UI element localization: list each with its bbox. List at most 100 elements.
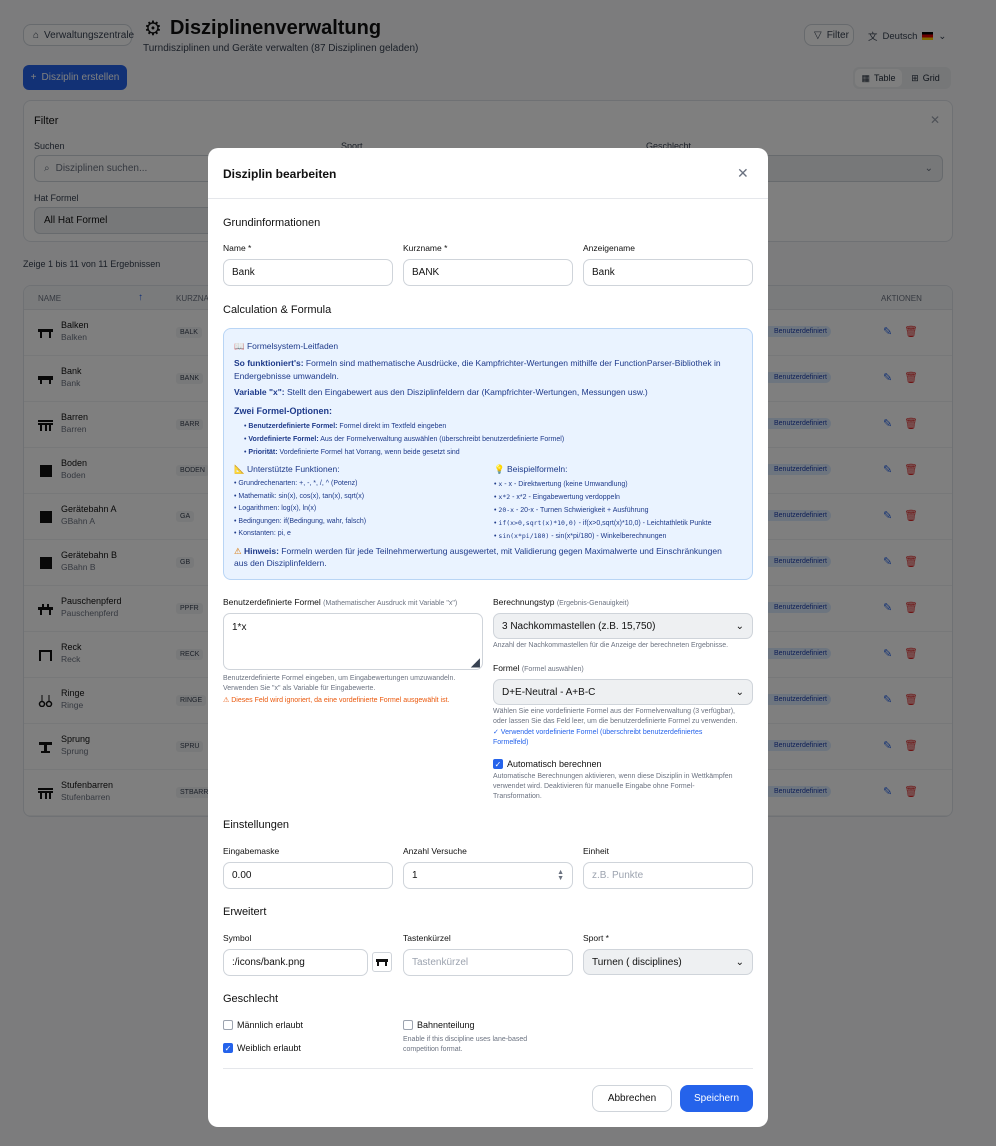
guide-option-2: • Vordefinierte Formel: Aus der Formelve… [244,436,565,443]
guide-note-text: Formeln werden für jede Teilnehmerwertun… [278,546,722,556]
resize-handle-icon[interactable]: ◢ [471,655,480,669]
mask-field[interactable]: 0.00 [223,862,393,889]
guide-option-3-text: Vordefinierte Formel hat Vorrang, wenn b… [277,449,460,456]
auto-calc-checkbox[interactable]: ✓ [493,759,503,769]
unit-field[interactable]: z.B. Punkte [583,862,753,889]
cancel-button[interactable]: Abbrechen [592,1085,672,1112]
custom-formula-help-1: Benutzerdefinierte Formel eingeben, um E… [223,675,456,682]
formula-used-2: Formelfeld) [493,739,529,746]
guide-option-1-text: Formel direkt im Textfeld eingeben [337,423,447,430]
guide-example-code: if(x>0,sqrt(x)*10,0) [498,519,577,527]
bench-icon[interactable] [372,952,392,972]
settings-heading: Einstellungen [223,819,290,831]
male-checkbox[interactable] [223,1020,233,1030]
guide-example-desc: - 20-x - Turnen Schwierigkeit + Ausführu… [514,507,649,514]
close-icon[interactable]: ✕ [737,165,749,182]
divider [208,198,768,199]
display-name-label: Anzeigename [583,243,635,253]
guide-title-text: Formelsystem-Leitfaden [246,341,339,351]
gender-heading: Geschlecht [223,993,279,1005]
formula-label: Formel (Formel auswählen) [493,663,584,673]
lightbulb-icon: 💡 [494,464,507,474]
formula-help-1: Wählen Sie eine vordefinierte Formel aus… [493,708,735,715]
guide-option-1-bold: Benutzerdefinierte Formel: [248,423,338,430]
guide-function-item: • Bedingungen: if(Bedingung, wahr, falsc… [234,517,367,525]
guide-how-bold: So funktioniert's: [234,358,304,368]
custom-formula-label-text: Benutzerdefinierte Formel [223,597,321,607]
custom-formula-hint: (Mathematischer Ausdruck mit Variable "x… [323,600,458,607]
guide-options-title: Zwei Formel-Optionen: [234,406,332,416]
guide-example-item: • if(x>0,sqrt(x)*10,0) - if(x>0,sqrt(x)*… [494,519,712,527]
custom-formula-warning-text: Dieses Feld wird ignoriert, da eine vord… [231,697,450,704]
stepper-arrows-icon[interactable]: ▲ ▼ [557,869,564,882]
guide-function-item: • Grundrechenarten: +, -, *, /, ^ (Poten… [234,480,358,487]
sport-value: Turnen ( disciplines) [592,956,682,968]
calc-type-label-text: Berechnungstyp [493,597,555,607]
lanes-help-1: Enable if this discipline uses lane-base… [403,1036,528,1043]
guide-example-item: • 20-x - 20-x - Turnen Schwierigkeit + A… [494,506,649,514]
calc-type-value: 3 Nachkommastellen (z.B. 15,750) [502,620,656,632]
calc-type-select[interactable]: 3 Nachkommastellen (z.B. 15,750) ⌄ [493,613,753,639]
calc-type-label: Berechnungstyp (Ergebnis-Genauigkeit) [493,597,629,607]
lanes-help: Enable if this discipline uses lane-base… [403,1035,527,1055]
guide-title: 📖 Formelsystem-Leitfaden [234,341,338,352]
guide-function-text: Konstanten: pi, e [238,530,291,538]
chevron-down-icon: ⌄ [735,620,744,632]
guide-example-code: sin(x*pi/180) [498,532,550,540]
dialog-title: Disziplin bearbeiten [223,167,337,181]
guide-how-2: Endergebnisse umwandeln. [234,371,339,381]
guide-function-item: • Mathematik: sin(x), cos(x), tan(x), sq… [234,492,365,500]
guide-example-item: • x - x - Direktwertung (keine Umwandlun… [494,480,628,488]
formula-help-2: oder lassen Sie das Feld leer, um die be… [493,718,738,725]
auto-help-1: Automatische Berechnungen aktivieren, we… [493,773,733,780]
mask-label: Eingabemaske [223,846,280,856]
name-field[interactable]: Bank [223,259,393,286]
display-name-field[interactable]: Bank [583,259,753,286]
male-label: Männlich erlaubt [237,1020,304,1030]
shortcut-label: Tastenkürzel [403,933,451,943]
warning-icon: ⚠ [234,546,244,556]
auto-calc-label: Automatisch berechnen [507,759,602,769]
guide-note-bold: Hinweis: [243,546,279,556]
guide-example-desc: - x*2 - Eingabewertung verdoppeln [510,494,620,501]
custom-formula-value: 1*x [232,622,247,633]
calculation-heading: Calculation & Formula [223,304,332,316]
guide-function-text: Bedingungen: if(Bedingung, wahr, falsch) [238,517,367,525]
guide-option-2-bold: Vordefinierte Formel: [248,436,319,443]
custom-formula-warning: ⚠ Dieses Feld wird ignoriert, da eine vo… [223,696,450,706]
formula-hint: (Formel auswählen) [521,666,584,673]
guide-examples-title-text: Beispielformeln: [506,464,568,474]
symbol-field[interactable]: :/icons/bank.png [223,949,368,976]
guide-example-desc: - sin(x*pi/180) - Winkelberechnungen [549,533,667,540]
short-name-label: Kurzname * [403,243,448,253]
custom-formula-textarea[interactable]: 1*x ◢ [223,613,483,670]
calc-type-hint: (Ergebnis-Genauigkeit) [556,600,629,607]
short-name-field[interactable]: BANK [403,259,573,286]
sport-select[interactable]: Turnen ( disciplines) ⌄ [583,949,753,975]
formula-value: D+E-Neutral - A+B-C [502,686,596,698]
formula-used-1: ✓ Verwendet vordefinierte Formel (übersc… [493,729,703,736]
name-label: Name * [223,243,252,253]
guide-example-code: 20-x [498,506,515,514]
edit-discipline-dialog: Disziplin bearbeiten ✕ Grundinformatione… [208,148,768,1127]
guide-option-1: • Benutzerdefinierte Formel: Formel dire… [244,423,447,430]
guide-variable-bold: Variable "x": [234,387,285,397]
save-button[interactable]: Speichern [680,1085,753,1112]
auto-calc-help: Automatische Berechnungen aktivieren, we… [493,772,733,802]
attempts-stepper[interactable]: 1 ▲ ▼ [403,862,573,889]
shortcut-field[interactable]: Tastenkürzel [403,949,573,976]
lanes-checkbox[interactable] [403,1020,413,1030]
formula-select[interactable]: D+E-Neutral - A+B-C ⌄ [493,679,753,705]
formula-guide: 📖 Formelsystem-Leitfaden So funktioniert… [223,328,753,580]
advanced-heading: Erweitert [223,906,267,918]
female-label: Weiblich erlaubt [237,1043,301,1053]
guide-option-3: • Priorität: Vordefinierte Formel hat Vo… [244,449,460,456]
unit-label: Einheit [583,846,609,856]
guide-example-code: x*2 [498,493,511,501]
guide-variable-text: Stellt den Eingabewert aus den Disziplin… [284,387,648,397]
ruler-icon: 📐 [234,464,247,474]
custom-formula-label: Benutzerdefinierte Formel (Mathematische… [223,597,457,607]
female-checkbox[interactable]: ✓ [223,1043,233,1053]
guide-how: So funktioniert's: Formeln sind mathemat… [234,358,721,368]
guide-example-item: • x*2 - x*2 - Eingabewertung verdoppeln [494,493,620,501]
